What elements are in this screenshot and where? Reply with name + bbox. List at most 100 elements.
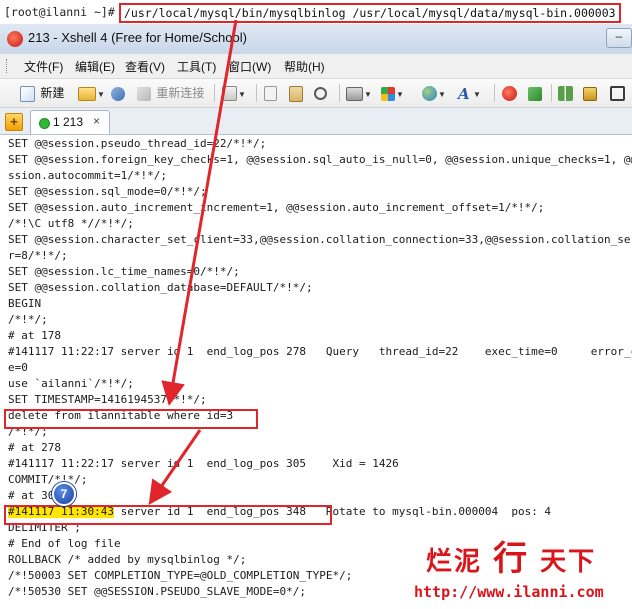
shell-prompt: [root@ilanni ~]#: [4, 5, 115, 19]
minimize-button[interactable]: –: [606, 28, 632, 48]
connected-status-icon: [39, 118, 50, 129]
paste-button[interactable]: [289, 84, 303, 102]
new-session-icon: [20, 85, 35, 102]
chevron-down-icon: ▼: [473, 90, 481, 99]
xftp-icon: [502, 86, 517, 102]
connect-button[interactable]: [111, 84, 125, 102]
properties-icon: [222, 86, 237, 102]
color-scheme-icon: [381, 86, 395, 101]
globe-button[interactable]: ▼: [422, 84, 446, 102]
close-icon[interactable]: ×: [93, 114, 100, 128]
menu-file[interactable]: 文件(F): [24, 58, 63, 75]
folder-icon: [78, 86, 96, 101]
terminal-line: /*!*/;: [8, 425, 48, 438]
terminal-line: BEGIN: [8, 297, 42, 310]
menu-edit[interactable]: 编辑(E): [75, 58, 115, 75]
step-number-badge: 7: [52, 482, 76, 506]
toolbar-divider: [214, 84, 215, 102]
lock-button[interactable]: [583, 84, 597, 102]
grid-layout-icon: [558, 86, 573, 102]
chevron-down-icon: ▼: [396, 90, 404, 99]
layout-button[interactable]: [558, 84, 573, 102]
magnifier-icon: [314, 87, 327, 101]
toolbar-divider: [339, 84, 340, 102]
terminal-line: SET @@session.sql_mode=0/*!*/;: [8, 185, 207, 198]
reconnect-icon: [137, 86, 151, 101]
chevron-down-icon: ▼: [238, 90, 246, 99]
brand-mark: 烂泥 行 天下: [426, 539, 597, 579]
toolbar-divider: [551, 84, 552, 102]
terminal-line: delete from ilannitable where id=3: [8, 409, 234, 422]
find-button[interactable]: [314, 84, 327, 102]
xftp-button[interactable]: [502, 84, 517, 102]
properties-button[interactable]: ▼: [222, 84, 246, 102]
menu-view[interactable]: 查看(V): [125, 58, 165, 75]
terminal-line: ROLLBACK /* added by mysqlbinlog */;: [8, 553, 247, 566]
tab-session-213[interactable]: 1 213 ×: [30, 110, 110, 134]
title-bar: 213 - Xshell 4 (Free for Home/School) –: [0, 24, 632, 55]
terminal-line: SET @@session.lc_time_names=0/*!*/;: [8, 265, 240, 278]
session-tab-bar: + 1 213 ×: [0, 108, 632, 135]
color-scheme-button[interactable]: ▼: [381, 84, 404, 102]
command-strip: [root@ilanni ~]# /usr/local/mysql/bin/my…: [0, 0, 632, 24]
compose-icon: [528, 86, 542, 101]
window-title: 213 - Xshell 4 (Free for Home/School): [28, 30, 247, 45]
terminal-line: /*!\C utf8 *//*!*/;: [8, 217, 134, 230]
terminal-line: SET @@session.collation_database=DEFAULT…: [8, 281, 313, 294]
terminal-line: SET @@session.auto_increment_increment=1…: [8, 201, 545, 214]
chevron-down-icon: ▼: [97, 90, 105, 99]
new-session-button[interactable]: 新建: [20, 84, 64, 102]
terminal-line: # at 278: [8, 441, 61, 454]
mysqlbinlog-command: /usr/local/mysql/bin/mysqlbinlog /usr/lo…: [119, 3, 621, 23]
terminal-line: SET TIMESTAMP=1416194537/*!*/;: [8, 393, 207, 406]
copy-icon: [264, 86, 277, 102]
link-icon: [111, 86, 125, 101]
terminal-line: /*!*/;: [8, 313, 48, 326]
fullscreen-button[interactable]: [610, 84, 625, 102]
terminal-line: #141117 11:22:17 server id 1 end_log_pos…: [8, 457, 399, 470]
add-tab-button[interactable]: +: [5, 113, 23, 131]
font-button[interactable]: A ▼: [458, 84, 481, 102]
terminal-line: #141117 11:30:43 server id 1 end_log_pos…: [8, 505, 552, 518]
terminal-line: /*!50003 SET COMPLETION_TYPE=@OLD_COMPLE…: [8, 569, 353, 582]
print-button[interactable]: ▼: [346, 84, 372, 102]
terminal-line: ssion.autocommit=1/*!*/;: [8, 169, 167, 182]
terminal-line: SET @@session.pseudo_thread_id=22/*!*/;: [8, 137, 267, 150]
tab-label: 1 213: [53, 115, 84, 129]
terminal-line: #141117 11:22:17 server id 1 end_log_pos…: [8, 345, 632, 358]
compose-button[interactable]: [528, 84, 542, 102]
menu-window[interactable]: 窗口(W): [228, 58, 271, 75]
watermark-url: http://www.ilanni.com: [414, 583, 604, 601]
globe-icon: [422, 86, 437, 102]
terminal-line: r=8/*!*/;: [8, 249, 68, 262]
copy-button[interactable]: [264, 84, 277, 102]
terminal-line: use `ailanni`/*!*/;: [8, 377, 134, 390]
open-folder-button[interactable]: ▼: [78, 84, 105, 102]
toolbar: 新建 ▼ 重新连接 ▼ ▼ ▼ ▼ A ▼: [0, 79, 632, 108]
printer-icon: [346, 86, 363, 101]
menu-grip-handle[interactable]: [6, 59, 10, 73]
fullscreen-icon: [610, 86, 625, 102]
terminal-line: # at 178: [8, 329, 61, 342]
new-session-label: 新建: [40, 86, 65, 100]
chevron-down-icon: ▼: [438, 90, 446, 99]
chevron-down-icon: ▼: [364, 90, 372, 99]
terminal-line: # End of log file: [8, 537, 121, 550]
terminal-line: /*!50530 SET @@SESSION.PSEUDO_SLAVE_MODE…: [8, 585, 307, 598]
xshell-app-icon: [7, 31, 23, 47]
terminal-line: SET @@session.character_set_client=33,@@…: [8, 233, 632, 246]
font-icon: A: [458, 84, 470, 103]
reconnect-label: 重新连接: [156, 86, 205, 100]
toolbar-divider: [256, 84, 257, 102]
menu-bar: 文件(F) 编辑(E) 查看(V) 工具(T) 窗口(W) 帮助(H): [0, 54, 632, 79]
toolbar-divider: [494, 84, 495, 102]
paste-icon: [289, 85, 303, 102]
terminal-line: COMMIT/*!*/;: [8, 473, 88, 486]
terminal-line: DELIMITER ;: [8, 521, 81, 534]
terminal-line: e=0: [8, 361, 28, 374]
menu-tools[interactable]: 工具(T): [177, 58, 216, 75]
highlighted-timestamp: #141117 11:30:43: [8, 505, 114, 518]
menu-help[interactable]: 帮助(H): [284, 58, 325, 75]
watermark-logo: 烂泥 行 天下 http://www.ilanni.com: [408, 525, 632, 609]
reconnect-button[interactable]: 重新连接: [137, 84, 204, 102]
